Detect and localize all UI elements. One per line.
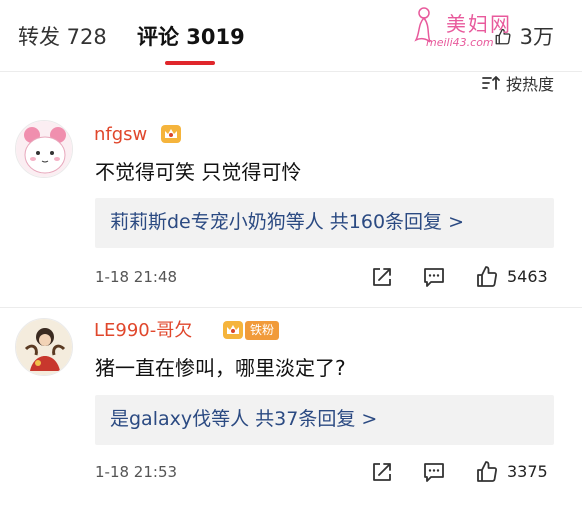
- replies-link[interactable]: 莉莉斯de专宠小奶狗等人 共160条回复 >: [110, 210, 464, 234]
- comment-username[interactable]: LE990-哥欠: [94, 320, 192, 342]
- comment-meta: 1-18 21:48 5463: [95, 265, 554, 289]
- like-icon[interactable]: [475, 265, 499, 289]
- share-icon[interactable]: [370, 460, 394, 484]
- comment-time: 1-18 21:53: [95, 463, 178, 481]
- crown-icon: [223, 321, 243, 339]
- tab-reposts[interactable]: 转发 728: [18, 24, 107, 50]
- tab-likes[interactable]: 3万: [520, 24, 554, 50]
- fan-badge: 铁粉: [245, 321, 280, 340]
- comment-item: LE990-哥欠 铁粉 猪一直在惨叫，哪里淡定了? 是galaxy伐等人 共37…: [0, 308, 582, 505]
- comment-username[interactable]: nfgsw: [94, 124, 147, 146]
- avatar[interactable]: [15, 120, 73, 178]
- like-icon[interactable]: [494, 27, 512, 47]
- sort-selector[interactable]: 按热度: [482, 72, 554, 94]
- like-icon[interactable]: [475, 460, 499, 484]
- tab-bar: 转发 728 评论 3019 3万: [0, 0, 582, 72]
- comment-item: nfgsw 不觉得可笑 只觉得可怜 莉莉斯de专宠小奶狗等人 共160条回复 >…: [0, 110, 582, 308]
- comment-icon[interactable]: [422, 265, 446, 289]
- replies-preview[interactable]: 是galaxy伐等人 共37条回复 >: [95, 395, 554, 445]
- comment-time: 1-18 21:48: [95, 268, 178, 286]
- comment-meta: 1-18 21:53 3375: [95, 460, 554, 484]
- share-icon[interactable]: [370, 265, 394, 289]
- like-count: 3375: [507, 462, 548, 481]
- sort-icon: [482, 76, 500, 90]
- comment-icon[interactable]: [422, 460, 446, 484]
- crown-icon: [161, 125, 181, 143]
- comment-text: 猪一直在惨叫，哪里淡定了?: [95, 356, 346, 380]
- comment-text: 不觉得可笑 只觉得可怜: [95, 160, 302, 184]
- replies-preview[interactable]: 莉莉斯de专宠小奶狗等人 共160条回复 >: [95, 198, 554, 248]
- sort-label: 按热度: [505, 75, 554, 94]
- like-count: 5463: [507, 267, 548, 286]
- active-tab-indicator: [165, 61, 215, 65]
- avatar[interactable]: [15, 318, 73, 376]
- tab-comments[interactable]: 评论 3019: [137, 24, 245, 50]
- replies-link[interactable]: 是galaxy伐等人 共37条回复 >: [110, 407, 377, 431]
